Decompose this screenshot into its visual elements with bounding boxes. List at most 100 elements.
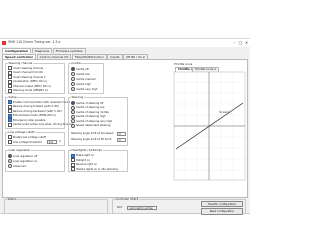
- radio-label: Inertia very high: [76, 87, 98, 91]
- radio-button[interactable]: [8, 164, 12, 168]
- maximize-button[interactable]: □: [238, 40, 243, 45]
- checkbox[interactable]: [71, 162, 75, 167]
- group-label: Steering: [71, 95, 84, 99]
- checkbox-row[interactable]: Taillight on: [71, 158, 90, 162]
- checkbox-row[interactable]: Steering mode (RPM/RX in): [8, 88, 48, 93]
- checkbox[interactable]: [8, 122, 12, 127]
- setup-group: Setup Enable communication with reversed…: [5, 95, 73, 129]
- port-select[interactable]: Automatic/number: [127, 205, 157, 210]
- radio-button[interactable]: [8, 159, 12, 163]
- checkbox-row[interactable]: Reduce driving forward (with 3. RC): [8, 104, 60, 109]
- checkbox[interactable]: [8, 100, 12, 104]
- tab-configuration[interactable]: Configuration: [2, 48, 32, 53]
- port-label: Port: [117, 206, 123, 209]
- checkbox-row[interactable]: Enable communication with reversed model: [8, 100, 70, 104]
- radio-label: Inertia of steering very high: [76, 119, 113, 123]
- tab-diagnosis[interactable]: Diagnosis: [31, 48, 53, 53]
- radio-row[interactable]: Inertia high: [71, 82, 91, 86]
- settings-panel: Steering channel Invert steering channel…: [2, 59, 248, 198]
- checkbox-label: Invert steering channel: [13, 66, 44, 70]
- minimize-button[interactable]: –: [232, 40, 237, 45]
- radio-button[interactable]: [71, 67, 75, 71]
- radio-row[interactable]: Inertia very high: [71, 87, 97, 91]
- radio-button[interactable]: [71, 105, 75, 110]
- checkbox-row[interactable]: Enable low voltage cutoff: [8, 135, 46, 139]
- checkbox[interactable]: [8, 109, 12, 113]
- app-icon: [2, 41, 6, 45]
- radio-row[interactable]: Inertia off: [71, 67, 89, 71]
- checkbox[interactable]: [8, 79, 12, 84]
- radio-button[interactable]: [71, 72, 75, 76]
- group-label: Load regulation: [8, 148, 31, 152]
- steering-limit-input[interactable]: 0: [117, 131, 126, 136]
- close-button[interactable]: ✕: [244, 40, 249, 45]
- steering-group: Steering Inertia of steering off Inertia…: [68, 95, 128, 146]
- checkbox-label: Reduce driving forward (with 3. RC): [13, 105, 60, 108]
- radio-row[interactable]: Inertia of steering low: [71, 105, 104, 110]
- checkbox[interactable]: [71, 167, 75, 171]
- voltage-input[interactable]: 6.0: [47, 139, 57, 144]
- checkbox[interactable]: [71, 153, 75, 158]
- radio-label: Inertia off: [76, 67, 89, 71]
- checkbox-row[interactable]: Low voltage threshold: [8, 140, 42, 144]
- checkbox[interactable]: [8, 88, 12, 93]
- read-configuration-button[interactable]: Read configuration: [201, 208, 243, 215]
- radio-row[interactable]: Load regulation off: [8, 154, 37, 158]
- checkbox-label: Invert steering channel 2: [13, 75, 46, 79]
- radio-button[interactable]: [71, 110, 75, 114]
- radio-row[interactable]: Speed dependent steering: [71, 123, 110, 128]
- checkbox[interactable]: [8, 84, 12, 88]
- throttle-curve-area: Throttle curve Throttle curve 1 Throttle…: [173, 63, 246, 183]
- checkbox-row[interactable]: Invert channel from RC: [8, 70, 43, 75]
- checkbox-row[interactable]: Reverse light on: [71, 162, 97, 167]
- radio-row[interactable]: Inertia of steering high: [71, 114, 106, 119]
- checkbox-row[interactable]: Hazard lights on in idle standing: [71, 167, 118, 171]
- radio-button[interactable]: [71, 101, 75, 105]
- checkbox-label: Hazard lights on in idle standing: [76, 167, 118, 171]
- radio-button[interactable]: [71, 114, 75, 119]
- radio-label: Inertia high: [76, 82, 91, 86]
- tab-firmware-updates[interactable]: Firmware updates: [52, 48, 86, 53]
- radio-row[interactable]: Inertia medium: [71, 77, 96, 81]
- checkbox[interactable]: [8, 118, 12, 122]
- checkbox-row[interactable]: Brake light on: [71, 153, 94, 158]
- radio-button[interactable]: [71, 119, 75, 123]
- checkbox-row[interactable]: Invert steering channel 2: [8, 75, 46, 79]
- checkbox[interactable]: [8, 140, 12, 144]
- steering-limit-input[interactable]: 0: [117, 137, 126, 142]
- checkbox-row[interactable]: Center point active only when driving fo…: [8, 122, 73, 127]
- checkbox[interactable]: [71, 158, 75, 162]
- headlights-group: Headlights / taillamps Brake light on Ta…: [68, 149, 128, 172]
- checkbox[interactable]: [8, 66, 12, 70]
- checkbox-row[interactable]: Acceleration (RPM / RX in): [8, 79, 47, 84]
- radio-button[interactable]: [71, 87, 75, 91]
- radio-row[interactable]: Inertia low: [71, 72, 90, 76]
- checkbox[interactable]: [8, 104, 12, 109]
- checkbox[interactable]: [8, 75, 12, 79]
- radio-button[interactable]: [71, 82, 75, 86]
- checkbox-label: Emergency stop possible: [13, 118, 46, 122]
- top-tab-bar: Configuration Diagnosis Firmware updates: [2, 48, 86, 53]
- checkbox[interactable]: [8, 70, 12, 75]
- radio-button[interactable]: [8, 154, 12, 158]
- radio-row[interactable]: Inertia of steering very high: [71, 119, 112, 123]
- radio-row[interactable]: Inertia of steering middle: [71, 110, 109, 114]
- group-label: Inertia: [71, 61, 82, 65]
- checkbox[interactable]: [8, 113, 12, 118]
- radio-row[interactable]: Load regulation on: [8, 159, 37, 163]
- radio-row[interactable]: Inertia of steering off: [71, 101, 103, 105]
- radio-label: Advanced: [13, 164, 26, 168]
- radio-button[interactable]: [71, 123, 75, 128]
- checkbox-label: Reduce driving backward (with 3. RC): [13, 109, 62, 113]
- checkbox-row[interactable]: Emergency stop possible: [8, 118, 46, 122]
- checkbox-row[interactable]: Enforcement mode (PWM+RX in): [8, 113, 56, 118]
- checkbox[interactable]: [8, 135, 12, 139]
- checkbox-row[interactable]: Reduce driving backward (with 3. RC): [8, 109, 62, 113]
- radio-button[interactable]: [71, 77, 75, 81]
- radio-row[interactable]: Advanced: [8, 164, 26, 168]
- group-label: Setup: [8, 95, 18, 99]
- checkbox-label: Acceleration (RPM / RX in): [13, 80, 47, 83]
- transfer-configuration-button[interactable]: Transfer configuration: [201, 200, 243, 207]
- checkbox-row[interactable]: Invert steering channel: [8, 66, 43, 70]
- checkbox-row[interactable]: Channel output (RPM / RX in): [8, 84, 51, 88]
